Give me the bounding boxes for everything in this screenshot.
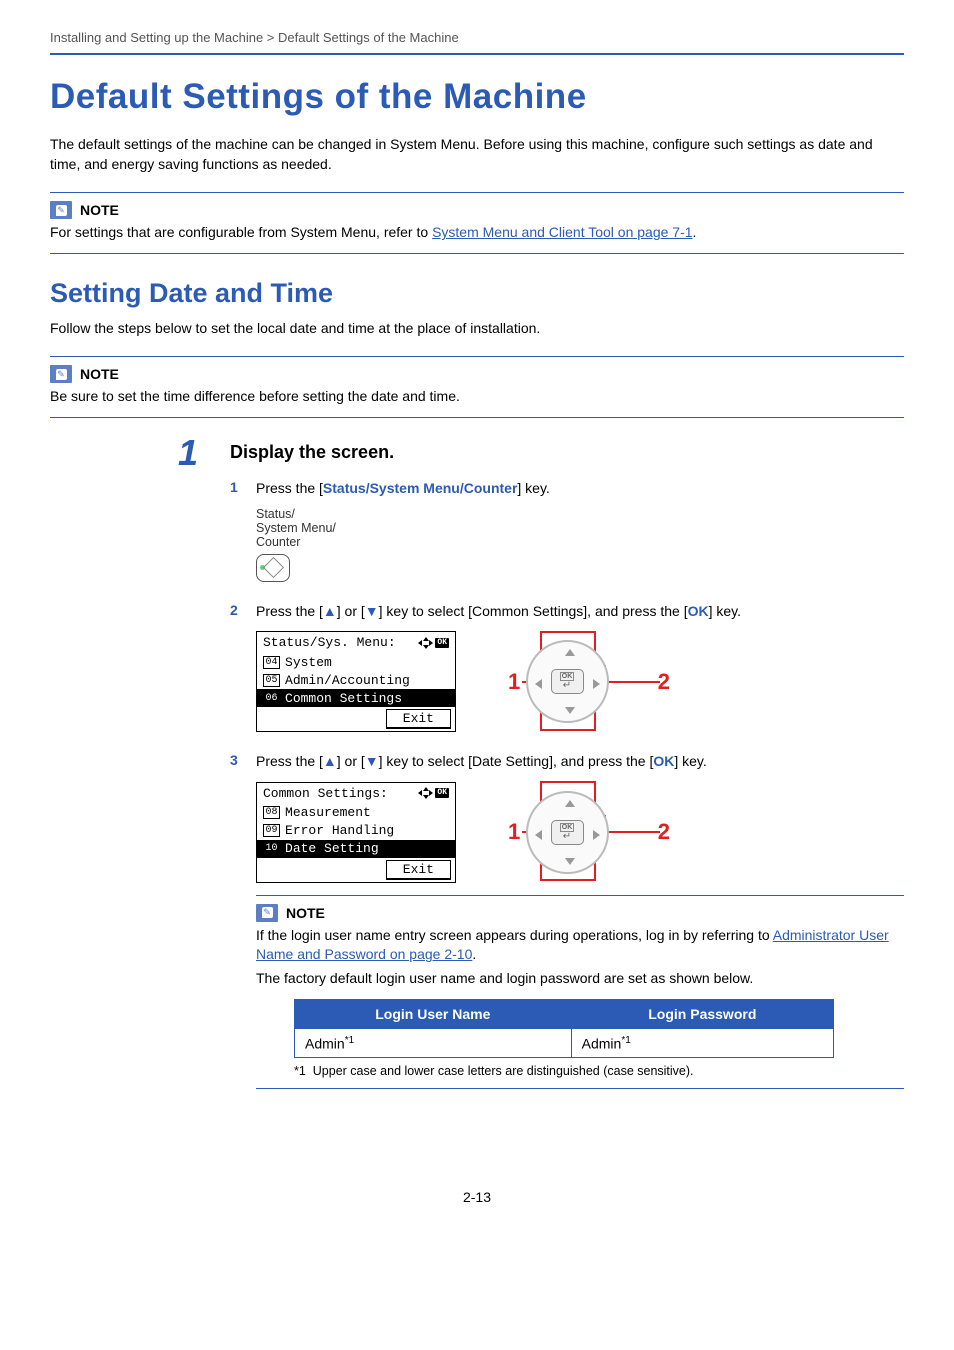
arrow-down-icon: ▼ [365, 753, 379, 769]
sub2-pre: Press the [ [256, 603, 323, 619]
ok-glyph-icon: OK [435, 788, 449, 798]
breadcrumb: Installing and Setting up the Machine > … [50, 30, 904, 55]
login-th2: Login Password [571, 999, 833, 1028]
note-label: NOTE [80, 366, 119, 382]
note1-link[interactable]: System Menu and Client Tool on page 7-1 [432, 224, 692, 240]
step-number-1: 1 [178, 432, 198, 474]
section-desc: Follow the steps below to set the local … [50, 319, 904, 339]
note1-post: . [693, 224, 697, 240]
lcd1-exit: Exit [386, 709, 451, 729]
lcd2-exit: Exit [386, 860, 451, 880]
note-box-1: NOTE For settings that are configurable … [50, 192, 904, 254]
inner-note-box: NOTE If the login user name entry screen… [256, 895, 904, 1089]
sub3-pre: Press the [ [256, 753, 323, 769]
login-th1: Login User Name [295, 999, 572, 1028]
note-label: NOTE [80, 202, 119, 218]
sub3-mid1: ] or [ [337, 753, 365, 769]
nav-arrows-icon [419, 788, 432, 798]
inner-note-line2: The factory default login user name and … [256, 969, 904, 989]
lcd2-line1: Measurement [285, 805, 371, 820]
lcd2-line3: Date Setting [285, 841, 379, 856]
phys-label-1: Status/ [256, 507, 904, 521]
physical-key-button [256, 554, 290, 582]
sub2-mid2: ] key to select [Common Settings], and p… [379, 603, 688, 619]
note-icon [50, 365, 72, 383]
lcd1-line3-num: 06 [263, 692, 280, 705]
sub2-ok: OK [688, 603, 709, 619]
lcd1-line1-num: 04 [263, 656, 280, 669]
page-number: 2-13 [50, 1189, 904, 1205]
nav-key-diagram-2: 1 2 OK↵ [492, 787, 642, 877]
physical-key-diagram: Status/ System Menu/ Counter [256, 507, 904, 582]
note-box-2: NOTE Be sure to set the time difference … [50, 356, 904, 418]
login-table: Login User Name Login Password Admin*1 A… [294, 999, 834, 1059]
arrow-down-icon: ▼ [365, 603, 379, 619]
substep-num-1: 1 [230, 479, 238, 495]
intro-text: The default settings of the machine can … [50, 135, 904, 174]
sub1-post: ] key. [517, 480, 549, 496]
arrow-up-icon: ▲ [323, 753, 337, 769]
sub2-mid1: ] or [ [337, 603, 365, 619]
note-label: NOTE [286, 905, 325, 921]
phys-label-2: System Menu/ [256, 521, 904, 535]
inner-note-line1-pre: If the login user name entry screen appe… [256, 927, 773, 943]
callout-1: 1 [508, 669, 520, 695]
table-footnote: *1 Upper case and lower case letters are… [294, 1064, 904, 1078]
lcd-screen-1: Status/Sys. Menu: OK 04 System 05 Admin/Ac… [256, 631, 456, 732]
lcd1-line2: Admin/Accounting [285, 673, 410, 688]
lcd1-title: Status/Sys. Menu: [263, 635, 396, 650]
step-1-title: Display the screen. [230, 442, 904, 463]
lcd-screen-2: Common Settings: OK 08 Measurement 09 Erro… [256, 782, 456, 883]
section-title: Setting Date and Time [50, 278, 904, 309]
lcd1-line2-num: 05 [263, 674, 280, 687]
substep-num-2: 2 [230, 602, 238, 618]
note1-pre: For settings that are configurable from … [50, 224, 432, 240]
substep-num-3: 3 [230, 752, 238, 768]
sub2-post: ] key. [709, 603, 741, 619]
sub1-key: Status/System Menu/Counter [323, 480, 517, 496]
arrow-up-icon: ▲ [323, 603, 337, 619]
sub1-pre: Press the [ [256, 480, 323, 496]
page-title: Default Settings of the Machine [50, 77, 904, 117]
callout-1: 1 [508, 819, 520, 845]
lcd2-line2: Error Handling [285, 823, 394, 838]
lcd2-line3-num: 10 [263, 842, 280, 855]
ok-glyph-icon: OK [435, 638, 449, 648]
nav-key-diagram-1: 1 2 OK↵ [492, 637, 642, 727]
lcd1-line3: Common Settings [285, 691, 402, 706]
note-icon [50, 201, 72, 219]
lcd2-title: Common Settings: [263, 786, 388, 801]
inner-note-line1-post: . [472, 946, 476, 962]
login-td2: Admin*1 [571, 1028, 833, 1058]
note2-text: Be sure to set the time difference befor… [50, 387, 904, 407]
sub3-mid2: ] key to select [Date Setting], and pres… [379, 753, 654, 769]
sub3-post: ] key. [674, 753, 706, 769]
note-icon [256, 904, 278, 922]
lcd1-line1: System [285, 655, 332, 670]
lcd2-line1-num: 08 [263, 806, 280, 819]
nav-arrows-icon [419, 638, 432, 648]
sub3-ok: OK [653, 753, 674, 769]
login-td1: Admin*1 [295, 1028, 572, 1058]
lcd2-line2-num: 09 [263, 824, 280, 837]
phys-label-3: Counter [256, 535, 904, 549]
